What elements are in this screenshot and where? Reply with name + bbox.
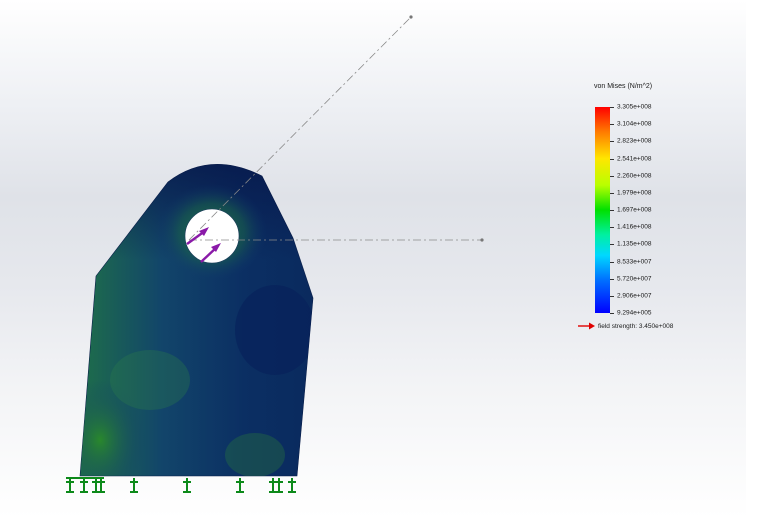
legend-tick-mark [610, 158, 614, 160]
stress-legend: von Mises (N/m^2) 3.305e+008 3.104e+008 2.… [578, 82, 725, 342]
legend-tick-mark [610, 227, 614, 229]
legend-tick-label: 1.979e+008 [617, 189, 652, 197]
color-scale-bar [595, 107, 610, 313]
legend-tick-mark [610, 313, 614, 314]
legend-tick-mark [610, 261, 614, 263]
fixture-icon [80, 478, 88, 493]
fixture-icon [130, 478, 138, 493]
plate-part[interactable] [55, 150, 320, 500]
legend-tick-label: 2.823e+008 [617, 137, 652, 145]
field-strength-row: field strength: 3.450e+008 [578, 322, 673, 330]
legend-tick-label: 9.294e+005 [617, 309, 652, 317]
legend-title: von Mises (N/m^2) [594, 83, 653, 90]
fixture-icon [269, 478, 277, 493]
legend-tick-mark [610, 175, 614, 177]
fixture-icon [236, 478, 244, 493]
legend-tick-mark [610, 192, 614, 194]
fixture-icon [97, 478, 105, 493]
construction-point [409, 15, 413, 19]
legend-tick-mark [610, 278, 614, 280]
legend-tick-mark [610, 107, 614, 108]
legend-tick-label: 1.135e+008 [617, 240, 652, 248]
legend-tick-mark [610, 141, 614, 143]
field-arrow-icon [578, 322, 595, 330]
legend-tick-mark [610, 124, 614, 126]
legend-tick-mark [610, 295, 614, 297]
legend-tick-label: 3.305e+008 [617, 103, 652, 111]
legend-tick-label: 1.416e+008 [617, 223, 652, 231]
fixed-geometry-symbols[interactable] [66, 477, 296, 493]
fixture-icon [66, 478, 74, 493]
field-strength-label: field strength: 3.450e+008 [598, 322, 674, 330]
fixture-icon [183, 478, 191, 493]
legend-tick-label: 3.104e+008 [617, 120, 652, 128]
legend-tick-label: 2.541e+008 [617, 155, 652, 162]
fixture-icon [92, 478, 100, 493]
construction-point [480, 238, 484, 242]
legend-tick-label: 5.720e+007 [617, 275, 652, 283]
legend-tick-mark [610, 244, 614, 246]
fixture-icon [288, 478, 296, 493]
legend-tick-label: 1.697e+008 [617, 206, 652, 214]
panel-edge [746, 0, 760, 518]
fixture-icon [275, 478, 283, 493]
legend-tick-mark [610, 210, 614, 211]
legend-tick-label: 2.906e+007 [617, 292, 652, 300]
legend-tick-label: 2.260e+008 [617, 172, 652, 180]
legend-tick-label: 8.533e+007 [617, 258, 652, 265]
